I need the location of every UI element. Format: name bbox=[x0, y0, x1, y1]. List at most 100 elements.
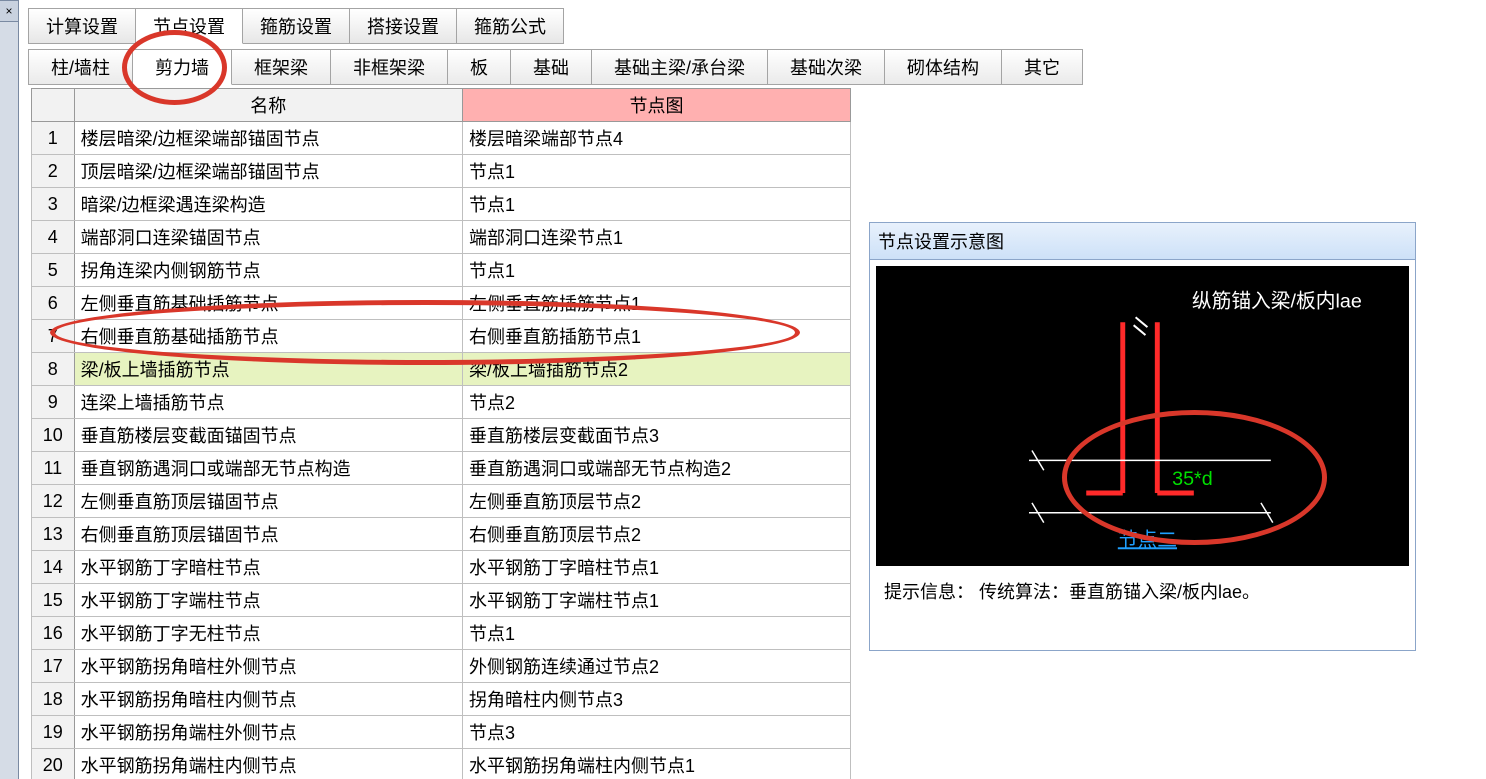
sub-tab-4[interactable]: 板 bbox=[447, 49, 511, 85]
table-row[interactable]: 7右侧垂直筋基础插筋节点右侧垂直筋插筋节点1 bbox=[32, 320, 851, 353]
table-row[interactable]: 6左侧垂直筋基础插筋节点左侧垂直筋插筋节点1 bbox=[32, 287, 851, 320]
row-name[interactable]: 顶层暗梁/边框梁端部锚固节点 bbox=[74, 155, 462, 188]
row-node[interactable]: 右侧垂直筋插筋节点1 bbox=[462, 320, 850, 353]
row-number: 19 bbox=[32, 716, 75, 749]
row-node[interactable]: 左侧垂直筋顶层节点2 bbox=[462, 485, 850, 518]
row-node[interactable]: 水平钢筋拐角端柱内侧节点1 bbox=[462, 749, 850, 779]
table-row[interactable]: 18水平钢筋拐角暗柱内侧节点拐角暗柱内侧节点3 bbox=[32, 683, 851, 716]
row-name[interactable]: 垂直筋楼层变截面锚固节点 bbox=[74, 419, 462, 452]
row-name[interactable]: 连梁上墙插筋节点 bbox=[74, 386, 462, 419]
row-node[interactable]: 拐角暗柱内侧节点3 bbox=[462, 683, 850, 716]
table-row[interactable]: 5拐角连梁内侧钢筋节点节点1 bbox=[32, 254, 851, 287]
row-node[interactable]: 梁/板上墙插筋节点2 bbox=[462, 353, 850, 386]
diagram-label-top: 纵筋锚入梁/板内lae bbox=[1192, 290, 1362, 312]
row-node[interactable]: 垂直筋楼层变截面节点3 bbox=[462, 419, 850, 452]
row-node[interactable]: 外侧钢筋连续通过节点2 bbox=[462, 650, 850, 683]
table-row[interactable]: 15水平钢筋丁字端柱节点水平钢筋丁字端柱节点1 bbox=[32, 584, 851, 617]
sub-tab-9[interactable]: 其它 bbox=[1001, 49, 1083, 85]
diagram-value: 35*d bbox=[1172, 468, 1213, 490]
sub-tabs: 柱/墙柱剪力墙框架梁非框架梁板基础基础主梁/承台梁基础次梁砌体结构其它 bbox=[28, 49, 1082, 85]
row-node[interactable]: 楼层暗梁端部节点4 bbox=[462, 122, 850, 155]
row-name[interactable]: 水平钢筋拐角端柱内侧节点 bbox=[74, 749, 462, 779]
row-node[interactable]: 垂直筋遇洞口或端部无节点构造2 bbox=[462, 452, 850, 485]
row-number: 15 bbox=[32, 584, 75, 617]
main-tab-4[interactable]: 箍筋公式 bbox=[456, 8, 564, 44]
close-button[interactable]: × bbox=[0, 0, 19, 22]
row-number: 11 bbox=[32, 452, 75, 485]
table-row[interactable]: 14水平钢筋丁字暗柱节点水平钢筋丁字暗柱节点1 bbox=[32, 551, 851, 584]
row-name[interactable]: 右侧垂直筋顶层锚固节点 bbox=[74, 518, 462, 551]
table-row[interactable]: 8梁/板上墙插筋节点梁/板上墙插筋节点2 bbox=[32, 353, 851, 386]
row-node[interactable]: 左侧垂直筋插筋节点1 bbox=[462, 287, 850, 320]
sub-tab-1[interactable]: 剪力墙 bbox=[132, 49, 232, 85]
sub-tab-2[interactable]: 框架梁 bbox=[231, 49, 331, 85]
main-tab-3[interactable]: 搭接设置 bbox=[349, 8, 457, 44]
table-row[interactable]: 20水平钢筋拐角端柱内侧节点水平钢筋拐角端柱内侧节点1 bbox=[32, 749, 851, 779]
row-number: 9 bbox=[32, 386, 75, 419]
row-number: 6 bbox=[32, 287, 75, 320]
table-row[interactable]: 19水平钢筋拐角端柱外侧节点节点3 bbox=[32, 716, 851, 749]
nodes-table: 名称 节点图 1楼层暗梁/边框梁端部锚固节点楼层暗梁端部节点42顶层暗梁/边框梁… bbox=[31, 88, 851, 779]
main-tab-2[interactable]: 箍筋设置 bbox=[242, 8, 350, 44]
row-name[interactable]: 右侧垂直筋基础插筋节点 bbox=[74, 320, 462, 353]
sub-tab-3[interactable]: 非框架梁 bbox=[330, 49, 448, 85]
row-name[interactable]: 楼层暗梁/边框梁端部锚固节点 bbox=[74, 122, 462, 155]
main-tab-1[interactable]: 节点设置 bbox=[135, 8, 243, 44]
row-node[interactable]: 节点1 bbox=[462, 188, 850, 221]
row-name[interactable]: 水平钢筋拐角暗柱内侧节点 bbox=[74, 683, 462, 716]
row-number: 4 bbox=[32, 221, 75, 254]
main-tabs: 计算设置节点设置箍筋设置搭接设置箍筋公式 bbox=[28, 8, 563, 44]
row-number: 16 bbox=[32, 617, 75, 650]
sub-tab-8[interactable]: 砌体结构 bbox=[884, 49, 1002, 85]
row-node[interactable]: 右侧垂直筋顶层节点2 bbox=[462, 518, 850, 551]
row-node[interactable]: 端部洞口连梁节点1 bbox=[462, 221, 850, 254]
table-row[interactable]: 9连梁上墙插筋节点节点2 bbox=[32, 386, 851, 419]
sub-tab-7[interactable]: 基础次梁 bbox=[767, 49, 885, 85]
row-number: 10 bbox=[32, 419, 75, 452]
column-name[interactable]: 名称 bbox=[74, 89, 462, 122]
row-node[interactable]: 水平钢筋丁字暗柱节点1 bbox=[462, 551, 850, 584]
table-row[interactable]: 1楼层暗梁/边框梁端部锚固节点楼层暗梁端部节点4 bbox=[32, 122, 851, 155]
table-row[interactable]: 3暗梁/边框梁遇连梁构造节点1 bbox=[32, 188, 851, 221]
main-tab-0[interactable]: 计算设置 bbox=[28, 8, 136, 44]
row-name[interactable]: 水平钢筋拐角暗柱外侧节点 bbox=[74, 650, 462, 683]
row-name[interactable]: 水平钢筋丁字暗柱节点 bbox=[74, 551, 462, 584]
row-name[interactable]: 水平钢筋丁字端柱节点 bbox=[74, 584, 462, 617]
table-row[interactable]: 16水平钢筋丁字无柱节点节点1 bbox=[32, 617, 851, 650]
row-name[interactable]: 水平钢筋拐角端柱外侧节点 bbox=[74, 716, 462, 749]
panel-title: 节点设置示意图 bbox=[870, 223, 1415, 260]
row-name[interactable]: 暗梁/边框梁遇连梁构造 bbox=[74, 188, 462, 221]
row-node[interactable]: 节点1 bbox=[462, 254, 850, 287]
sub-tab-0[interactable]: 柱/墙柱 bbox=[28, 49, 133, 85]
row-node[interactable]: 水平钢筋丁字端柱节点1 bbox=[462, 584, 850, 617]
row-node[interactable]: 节点1 bbox=[462, 155, 850, 188]
table-row[interactable]: 11垂直钢筋遇洞口或端部无节点构造垂直筋遇洞口或端部无节点构造2 bbox=[32, 452, 851, 485]
row-number: 8 bbox=[32, 353, 75, 386]
row-node[interactable]: 节点2 bbox=[462, 386, 850, 419]
row-number: 5 bbox=[32, 254, 75, 287]
row-node[interactable]: 节点3 bbox=[462, 716, 850, 749]
hint-text: 提示信息： 传统算法：垂直筋锚入梁/板内lae。 bbox=[876, 566, 1409, 644]
sub-tab-5[interactable]: 基础 bbox=[510, 49, 592, 85]
table-row[interactable]: 10垂直筋楼层变截面锚固节点垂直筋楼层变截面节点3 bbox=[32, 419, 851, 452]
row-node[interactable]: 节点1 bbox=[462, 617, 850, 650]
row-number: 2 bbox=[32, 155, 75, 188]
sub-tab-6[interactable]: 基础主梁/承台梁 bbox=[591, 49, 768, 85]
row-name[interactable]: 左侧垂直筋顶层锚固节点 bbox=[74, 485, 462, 518]
row-name[interactable]: 拐角连梁内侧钢筋节点 bbox=[74, 254, 462, 287]
row-name[interactable]: 梁/板上墙插筋节点 bbox=[74, 353, 462, 386]
table-row[interactable]: 2顶层暗梁/边框梁端部锚固节点节点1 bbox=[32, 155, 851, 188]
diagram-node-link[interactable]: 节点二 bbox=[1118, 529, 1177, 551]
row-name[interactable]: 端部洞口连梁锚固节点 bbox=[74, 221, 462, 254]
table-row[interactable]: 13右侧垂直筋顶层锚固节点右侧垂直筋顶层节点2 bbox=[32, 518, 851, 551]
table-row[interactable]: 17水平钢筋拐角暗柱外侧节点外侧钢筋连续通过节点2 bbox=[32, 650, 851, 683]
row-name[interactable]: 水平钢筋丁字无柱节点 bbox=[74, 617, 462, 650]
column-node[interactable]: 节点图 bbox=[462, 89, 850, 122]
row-number: 17 bbox=[32, 650, 75, 683]
row-name[interactable]: 左侧垂直筋基础插筋节点 bbox=[74, 287, 462, 320]
table-row[interactable]: 4端部洞口连梁锚固节点端部洞口连梁节点1 bbox=[32, 221, 851, 254]
table-row[interactable]: 12左侧垂直筋顶层锚固节点左侧垂直筋顶层节点2 bbox=[32, 485, 851, 518]
row-number: 14 bbox=[32, 551, 75, 584]
row-number: 20 bbox=[32, 749, 75, 779]
row-name[interactable]: 垂直钢筋遇洞口或端部无节点构造 bbox=[74, 452, 462, 485]
